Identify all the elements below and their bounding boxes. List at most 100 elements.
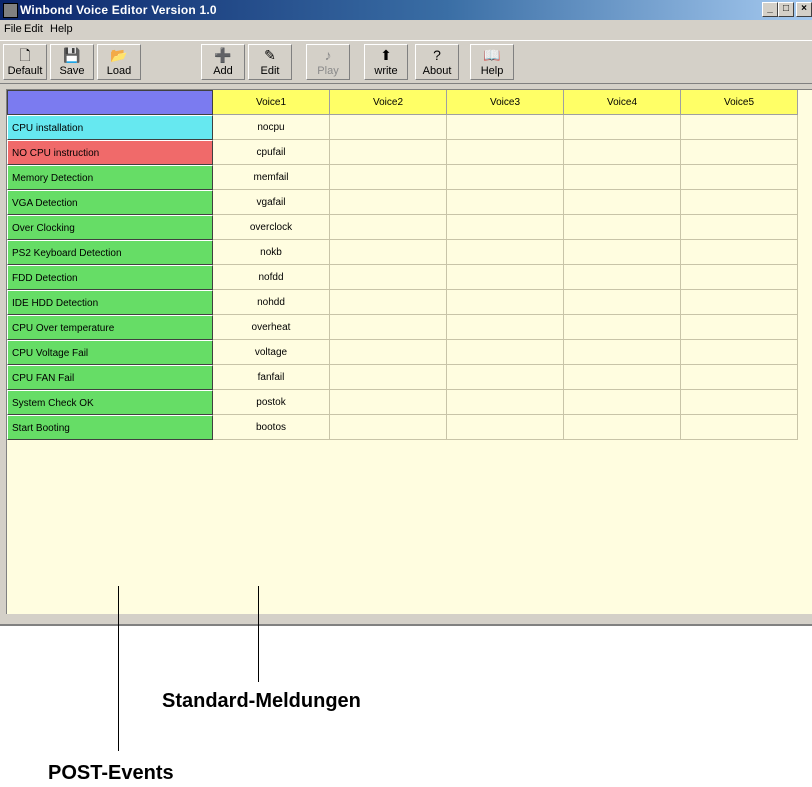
voice-cell[interactable] (681, 340, 798, 365)
voice-cell[interactable] (447, 415, 564, 440)
post-event-cell[interactable]: VGA Detection (7, 190, 213, 215)
voice-cell[interactable]: voltage (213, 340, 330, 365)
voice-cell[interactable] (564, 315, 681, 340)
close-button[interactable]: × (796, 2, 812, 17)
voice-cell[interactable] (681, 290, 798, 315)
menu-help[interactable]: Help (50, 23, 73, 35)
voice-cell[interactable] (681, 315, 798, 340)
voice-cell[interactable] (330, 340, 447, 365)
voice-cell[interactable] (564, 140, 681, 165)
voice-cell[interactable] (564, 240, 681, 265)
voice-cell[interactable]: memfail (213, 165, 330, 190)
voice-cell[interactable]: nofdd (213, 265, 330, 290)
voice-cell[interactable] (681, 190, 798, 215)
voice-cell[interactable] (330, 415, 447, 440)
voice-cell[interactable] (681, 390, 798, 415)
voice-cell[interactable]: bootos (213, 415, 330, 440)
toolbar-default-button[interactable]: 🗋 Default (3, 44, 47, 80)
post-event-cell[interactable]: System Check OK (7, 390, 213, 415)
toolbar-load-button[interactable]: 📂 Load (97, 44, 141, 80)
voice-cell[interactable]: nocpu (213, 115, 330, 140)
post-event-cell[interactable]: Over Clocking (7, 215, 213, 240)
voice-cell[interactable] (330, 240, 447, 265)
voice-cell[interactable] (447, 215, 564, 240)
voice-cell[interactable] (330, 315, 447, 340)
voice-cell[interactable] (330, 165, 447, 190)
voice-cell[interactable] (447, 365, 564, 390)
voice-cell[interactable] (330, 140, 447, 165)
voice-cell[interactable] (447, 390, 564, 415)
post-event-cell[interactable]: CPU Voltage Fail (7, 340, 213, 365)
post-event-cell[interactable]: IDE HDD Detection (7, 290, 213, 315)
column-header-voice1[interactable]: Voice1 (213, 90, 330, 115)
column-header-voice2[interactable]: Voice2 (330, 90, 447, 115)
menu-edit[interactable]: Edit (24, 23, 43, 35)
voice-cell[interactable] (564, 290, 681, 315)
voice-cell[interactable] (564, 265, 681, 290)
voice-cell[interactable] (564, 365, 681, 390)
voice-cell[interactable] (447, 340, 564, 365)
voice-cell[interactable]: cpufail (213, 140, 330, 165)
voice-cell[interactable] (681, 215, 798, 240)
voice-cell[interactable] (564, 390, 681, 415)
post-event-cell[interactable]: CPU installation (7, 115, 213, 140)
post-event-cell[interactable]: FDD Detection (7, 265, 213, 290)
voice-cell[interactable] (447, 115, 564, 140)
voice-cell[interactable] (564, 165, 681, 190)
voice-cell[interactable] (681, 240, 798, 265)
post-event-cell[interactable]: NO CPU instruction (7, 140, 213, 165)
voice-cell[interactable] (564, 190, 681, 215)
toolbar-edit-button[interactable]: ✎ Edit (248, 44, 292, 80)
post-event-cell[interactable]: CPU Over temperature (7, 315, 213, 340)
voice-cell[interactable] (681, 115, 798, 140)
voice-cell[interactable] (330, 215, 447, 240)
minimize-button[interactable]: _ (762, 2, 778, 17)
voice-cell[interactable]: fanfail (213, 365, 330, 390)
menu-file[interactable]: File (4, 23, 22, 35)
toolbar-about-button[interactable]: ? About (415, 44, 459, 80)
voice-cell[interactable] (330, 190, 447, 215)
toolbar-write-button[interactable]: ⬆ write (364, 44, 408, 80)
voice-cell[interactable] (447, 190, 564, 215)
voice-cell[interactable] (681, 140, 798, 165)
voice-cell[interactable] (681, 265, 798, 290)
voice-cell[interactable] (564, 115, 681, 140)
voice-cell[interactable]: nokb (213, 240, 330, 265)
voice-cell[interactable] (330, 365, 447, 390)
voice-cell[interactable]: postok (213, 390, 330, 415)
voice-cell[interactable] (681, 415, 798, 440)
voice-cell[interactable] (681, 165, 798, 190)
voice-cell[interactable]: nohdd (213, 290, 330, 315)
post-event-cell[interactable]: CPU FAN Fail (7, 365, 213, 390)
voice-cell[interactable] (447, 240, 564, 265)
voice-cell[interactable] (447, 140, 564, 165)
voice-cell[interactable] (330, 290, 447, 315)
voice-cell[interactable]: overclock (213, 215, 330, 240)
maximize-button[interactable]: □ (778, 2, 794, 17)
post-event-cell[interactable]: PS2 Keyboard Detection (7, 240, 213, 265)
toolbar-play-button[interactable]: ♪ Play (306, 44, 350, 80)
voice-cell[interactable] (330, 390, 447, 415)
voice-cell[interactable]: overheat (213, 315, 330, 340)
toolbar-help-button[interactable]: 📖 Help (470, 44, 514, 80)
voice-cell[interactable] (564, 215, 681, 240)
voice-cell[interactable]: vgafail (213, 190, 330, 215)
voice-cell[interactable] (330, 265, 447, 290)
voice-cell[interactable] (447, 315, 564, 340)
column-header-voice4[interactable]: Voice4 (564, 90, 681, 115)
grid-corner-cell[interactable] (7, 90, 213, 115)
voice-cell[interactable] (681, 365, 798, 390)
toolbar-save-button[interactable]: 💾 Save (50, 44, 94, 80)
post-event-cell[interactable]: Start Booting (7, 415, 213, 440)
title-bar[interactable]: Winbond Voice Editor Version 1.0 _ □ × (0, 0, 812, 20)
voice-cell[interactable] (447, 265, 564, 290)
voice-cell[interactable] (447, 290, 564, 315)
column-header-voice3[interactable]: Voice3 (447, 90, 564, 115)
voice-cell[interactable] (564, 340, 681, 365)
voice-cell[interactable] (564, 415, 681, 440)
voice-cell[interactable] (447, 165, 564, 190)
voice-cell[interactable] (330, 115, 447, 140)
column-header-voice5[interactable]: Voice5 (681, 90, 798, 115)
post-event-cell[interactable]: Memory Detection (7, 165, 213, 190)
toolbar-add-button[interactable]: ➕ Add (201, 44, 245, 80)
